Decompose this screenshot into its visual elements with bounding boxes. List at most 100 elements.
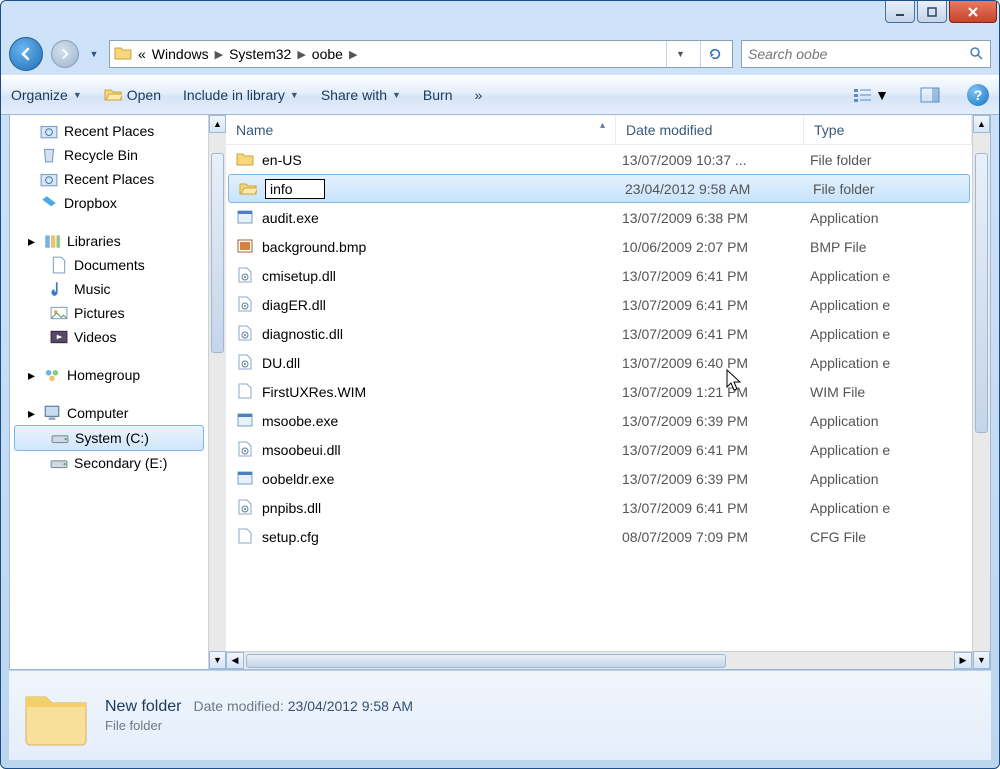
scroll-thumb[interactable] xyxy=(211,153,224,353)
nav-group-homegroup[interactable]: ▸Homegroup xyxy=(10,363,208,387)
file-type: WIM File xyxy=(804,384,972,400)
vertical-scrollbar[interactable]: ▲ ▼ xyxy=(972,115,990,669)
file-row[interactable]: msoobeui.dll13/07/2009 6:41 PMApplicatio… xyxy=(226,435,972,464)
share-with-menu[interactable]: Share with▼ xyxy=(321,87,401,103)
file-type: File folder xyxy=(804,152,972,168)
file-list-pane: Name▴ Date modified Type en-US13/07/2009… xyxy=(226,115,990,669)
file-type: Application e xyxy=(804,297,972,313)
expander-icon[interactable]: ▸ xyxy=(26,236,37,247)
organize-menu[interactable]: Organize▼ xyxy=(11,87,82,103)
forward-button[interactable] xyxy=(51,40,79,68)
nav-group-computer[interactable]: ▸Computer xyxy=(10,401,208,425)
nav-item-documents[interactable]: Documents xyxy=(10,253,208,277)
nav-item-recycle-bin[interactable]: Recycle Bin xyxy=(10,143,208,167)
nav-item-dropbox[interactable]: Dropbox xyxy=(10,191,208,215)
column-header-date[interactable]: Date modified xyxy=(616,115,804,144)
file-row[interactable]: oobeldr.exe13/07/2009 6:39 PMApplication xyxy=(226,464,972,493)
back-button[interactable] xyxy=(9,37,43,71)
chevron-right-icon[interactable]: ▶ xyxy=(349,48,357,61)
file-date: 13/07/2009 6:41 PM xyxy=(616,500,804,516)
close-button[interactable] xyxy=(949,1,997,23)
navpane-scrollbar[interactable]: ▲ ▼ xyxy=(208,115,226,669)
column-header-type[interactable]: Type xyxy=(804,115,972,144)
sort-ascending-icon: ▴ xyxy=(600,120,605,131)
maximize-button[interactable] xyxy=(917,1,947,23)
details-item-name: New folder xyxy=(105,698,181,716)
nav-item-music[interactable]: Music xyxy=(10,277,208,301)
search-icon xyxy=(968,45,984,64)
horizontal-scrollbar[interactable]: ◀ ▶ xyxy=(226,651,972,669)
nav-item-recent-places[interactable]: Recent Places xyxy=(10,119,208,143)
file-type: Application e xyxy=(804,442,972,458)
videos-icon xyxy=(50,328,68,346)
scroll-right-button[interactable]: ▶ xyxy=(954,652,972,669)
file-date: 13/07/2009 1:21 PM xyxy=(616,384,804,400)
recent-places-icon xyxy=(40,122,58,140)
file-row[interactable]: background.bmp10/06/2009 2:07 PMBMP File xyxy=(226,232,972,261)
nav-item-videos[interactable]: Videos xyxy=(10,325,208,349)
nav-item-recent-places[interactable]: Recent Places xyxy=(10,167,208,191)
file-name: background.bmp xyxy=(262,239,366,255)
address-dropdown[interactable]: ▼ xyxy=(666,41,694,67)
scroll-up-button[interactable]: ▲ xyxy=(973,115,990,133)
file-name: msoobeui.dll xyxy=(262,442,341,458)
expander-icon[interactable]: ▸ xyxy=(26,408,37,419)
search-input[interactable] xyxy=(748,46,962,62)
nav-history-dropdown[interactable]: ▼ xyxy=(87,37,101,71)
scroll-down-button[interactable]: ▼ xyxy=(209,651,226,669)
file-date: 08/07/2009 7:09 PM xyxy=(616,529,804,545)
file-row[interactable]: diagER.dll13/07/2009 6:41 PMApplication … xyxy=(226,290,972,319)
breadcrumb-prefix[interactable]: « xyxy=(138,46,146,62)
file-row[interactable]: FirstUXRes.WIM13/07/2009 1:21 PMWIM File xyxy=(226,377,972,406)
scroll-up-button[interactable]: ▲ xyxy=(209,115,226,133)
view-options-button[interactable]: ▼ xyxy=(849,85,893,105)
include-library-menu[interactable]: Include in library▼ xyxy=(183,87,299,103)
preview-pane-button[interactable] xyxy=(915,82,945,108)
homegroup-icon xyxy=(43,366,61,384)
scroll-thumb[interactable] xyxy=(246,654,726,668)
file-name: audit.exe xyxy=(262,210,319,226)
scroll-down-button[interactable]: ▼ xyxy=(973,651,990,669)
file-row[interactable]: cmisetup.dll13/07/2009 6:41 PMApplicatio… xyxy=(226,261,972,290)
search-box[interactable] xyxy=(741,40,991,68)
breadcrumb-item[interactable]: oobe▶ xyxy=(312,46,358,62)
nav-item-drive-e[interactable]: Secondary (E:) xyxy=(10,451,208,475)
rename-input[interactable] xyxy=(265,179,325,199)
burn-button[interactable]: Burn xyxy=(423,87,453,103)
dll-icon xyxy=(236,325,254,343)
file-row[interactable]: msoobe.exe13/07/2009 6:39 PMApplication xyxy=(226,406,972,435)
address-bar[interactable]: « Windows▶ System32▶ oobe▶ ▼ xyxy=(109,40,733,68)
command-bar: Organize▼ Open Include in library▼ Share… xyxy=(1,75,999,115)
breadcrumb-item[interactable]: System32▶ xyxy=(229,46,306,62)
file-type: Application e xyxy=(804,355,972,371)
nav-item-drive-c[interactable]: System (C:) xyxy=(14,425,204,451)
refresh-button[interactable] xyxy=(700,41,728,67)
file-row[interactable]: 23/04/2012 9:58 AMFile folder xyxy=(228,174,970,203)
open-button[interactable]: Open xyxy=(104,86,161,104)
chevron-right-icon[interactable]: ▶ xyxy=(297,48,305,61)
scroll-left-button[interactable]: ◀ xyxy=(226,652,244,669)
file-row[interactable]: setup.cfg08/07/2009 7:09 PMCFG File xyxy=(226,522,972,551)
nav-item-pictures[interactable]: Pictures xyxy=(10,301,208,325)
folderopen-icon xyxy=(239,180,257,198)
breadcrumb-item[interactable]: Windows▶ xyxy=(152,46,223,62)
folder-icon xyxy=(236,151,254,169)
toolbar-overflow[interactable]: » xyxy=(475,87,483,103)
column-header-name[interactable]: Name▴ xyxy=(226,115,616,144)
file-row[interactable]: en-US13/07/2009 10:37 ...File folder xyxy=(226,145,972,174)
file-icon xyxy=(236,383,254,401)
nav-group-libraries[interactable]: ▸Libraries xyxy=(10,229,208,253)
chevron-right-icon[interactable]: ▶ xyxy=(215,48,223,61)
scroll-thumb[interactable] xyxy=(975,153,988,433)
file-type: Application e xyxy=(804,268,972,284)
chevron-down-icon: ▼ xyxy=(290,90,299,100)
file-row[interactable]: pnpibs.dll13/07/2009 6:41 PMApplication … xyxy=(226,493,972,522)
file-row[interactable]: diagnostic.dll13/07/2009 6:41 PMApplicat… xyxy=(226,319,972,348)
file-type: Application xyxy=(804,210,972,226)
expander-icon[interactable]: ▸ xyxy=(26,370,37,381)
file-row[interactable]: DU.dll13/07/2009 6:40 PMApplication e xyxy=(226,348,972,377)
minimize-button[interactable] xyxy=(885,1,915,23)
file-row[interactable]: audit.exe13/07/2009 6:38 PMApplication xyxy=(226,203,972,232)
help-button[interactable]: ? xyxy=(967,84,989,106)
view-icon xyxy=(853,87,873,103)
